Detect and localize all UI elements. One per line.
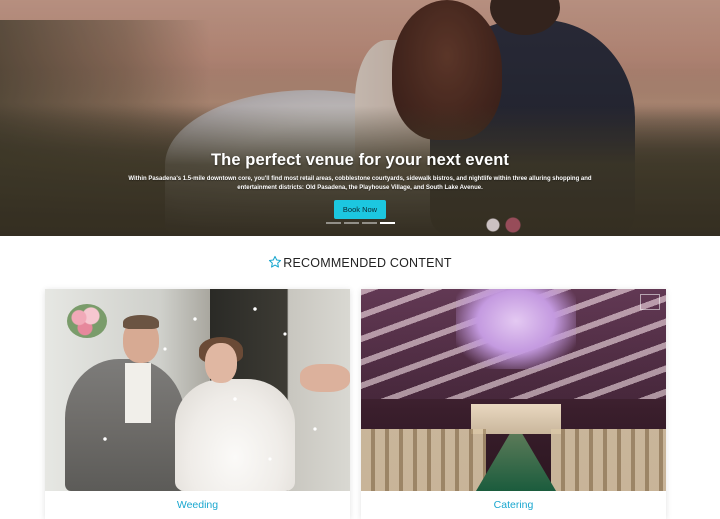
carousel-indicators [326,222,395,225]
book-now-button[interactable]: Book Now [334,200,386,219]
carousel-dot-4[interactable] [380,222,395,224]
carousel-dot-3[interactable] [362,222,377,224]
carousel-dot-2[interactable] [344,222,359,224]
chairs-left [361,429,486,491]
card-catering[interactable]: Catering [361,289,666,519]
card-wedding[interactable]: Weeding [45,289,350,519]
section-title-text: RECOMMENDED CONTENT [283,256,452,270]
watermark-icon [640,294,660,310]
floral-chandelier [456,289,576,369]
chairs-right [551,429,666,491]
hero-description: Within Pasadena's 1.5-mile downtown core… [128,176,592,191]
card-caption[interactable]: Catering [361,499,666,511]
aisle-carpet [476,434,556,491]
carousel-dot-1[interactable] [326,222,341,224]
card-caption[interactable]: Weeding [45,499,350,511]
hero-title: The perfect venue for your next event [210,151,510,169]
hero-banner: The perfect venue for your next event Wi… [0,0,720,236]
star-icon [268,255,282,272]
section-heading: RECOMMENDED CONTENT [0,255,720,272]
wedding-couple-photo[interactable] [45,289,350,491]
confetti [45,289,350,491]
banquet-hall-photo[interactable] [361,289,666,491]
